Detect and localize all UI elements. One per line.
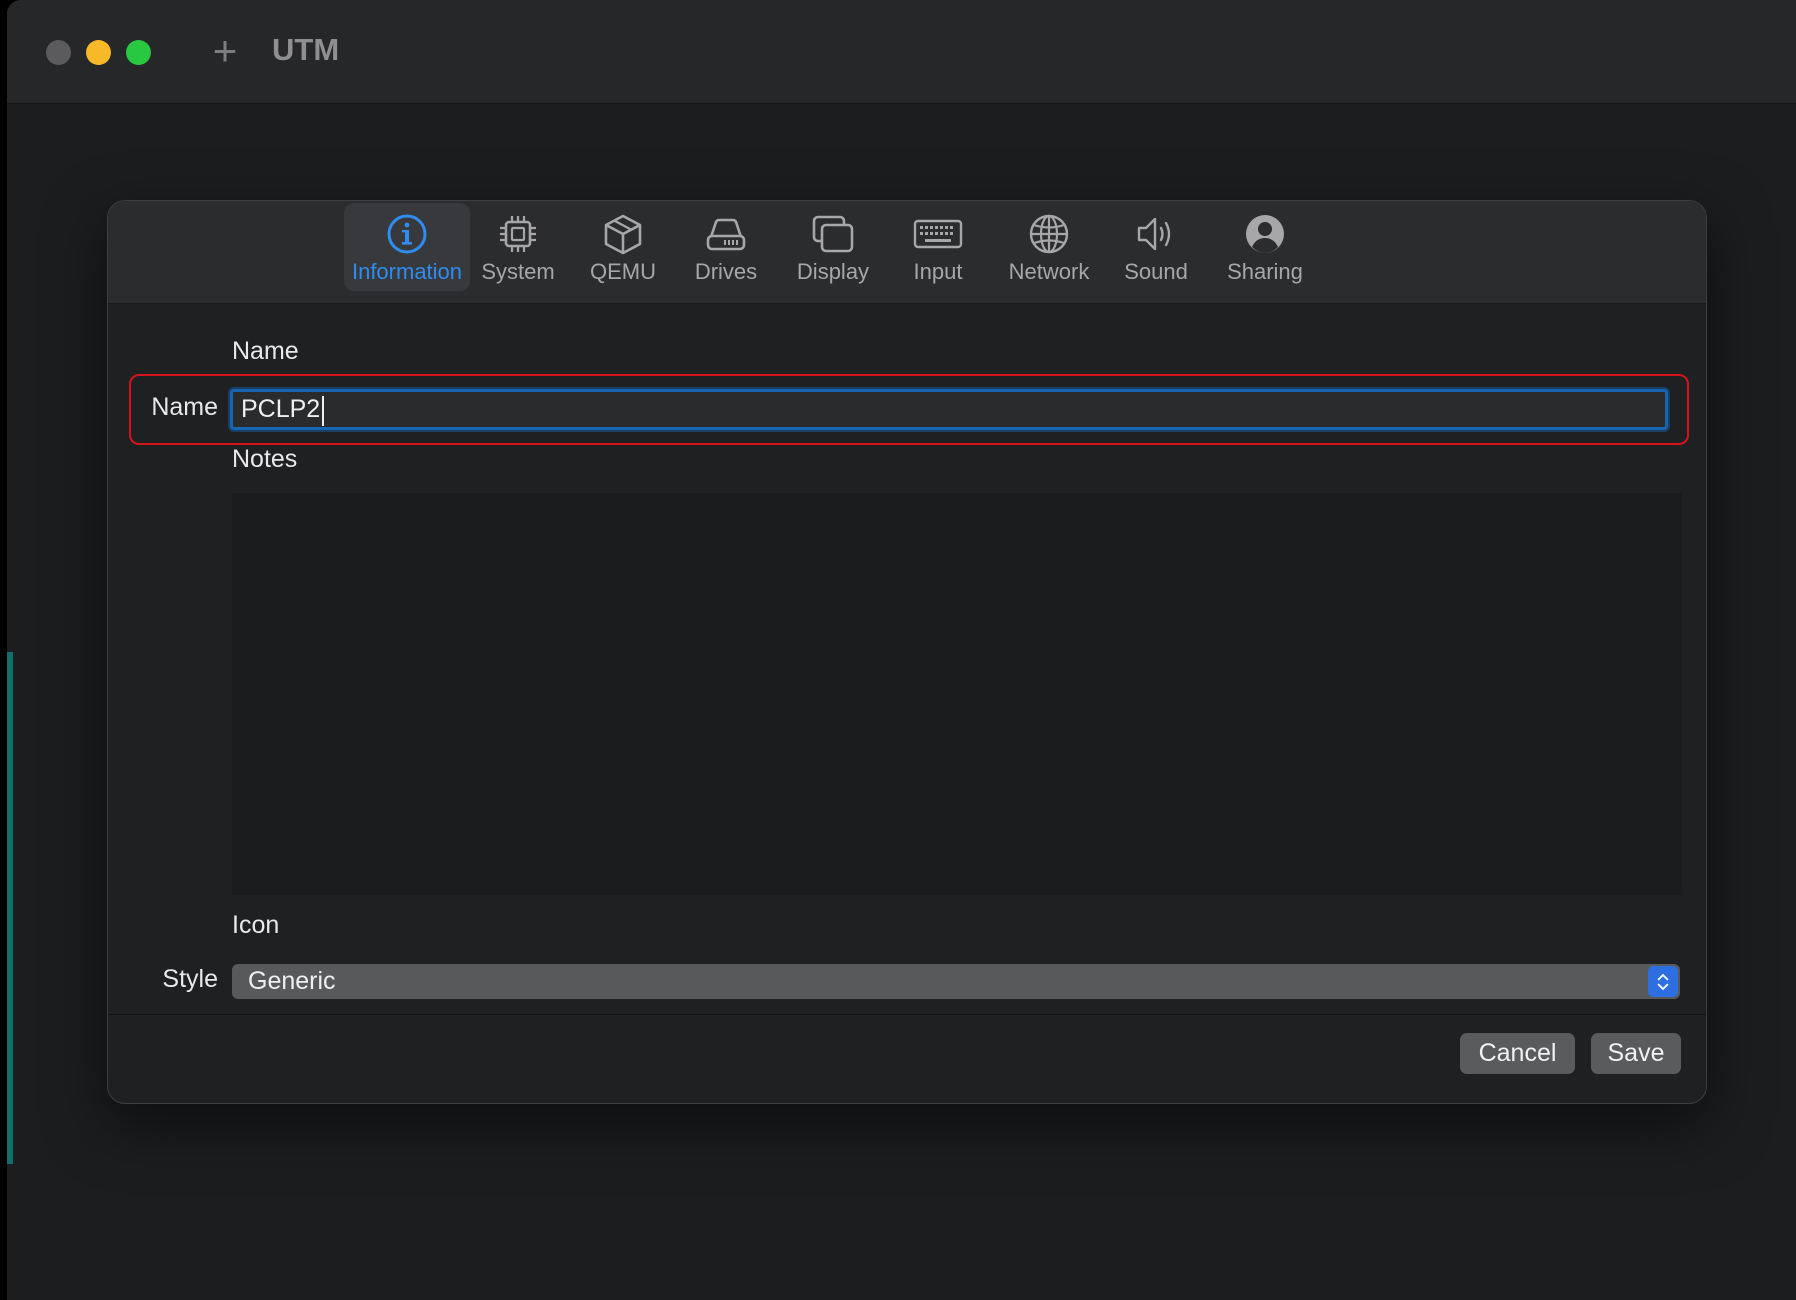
tab-system[interactable]: System <box>480 203 556 291</box>
icon-section-header: Icon <box>232 911 280 939</box>
tab-label: Drives <box>694 259 758 284</box>
tab-input[interactable]: Input <box>903 203 973 291</box>
plus-icon[interactable]: + <box>205 30 245 72</box>
zoom-window-button[interactable] <box>126 40 151 65</box>
tab-label: Sharing <box>1227 259 1303 284</box>
tab-label: Sound <box>1124 259 1188 284</box>
globe-icon <box>1029 214 1069 254</box>
tab-information[interactable]: Information <box>344 203 470 291</box>
keyboard-icon <box>913 219 963 249</box>
style-field-label: Style <box>162 965 218 993</box>
drive-icon <box>706 218 746 251</box>
footer-divider <box>108 1014 1706 1015</box>
window-title: UTM <box>272 32 340 67</box>
info-icon <box>387 214 427 254</box>
style-selected-value: Generic <box>248 967 336 995</box>
tab-label: Information <box>351 259 463 284</box>
notes-section-header: Notes <box>232 445 298 473</box>
cpu-chip-icon <box>500 216 536 252</box>
tab-network[interactable]: Network <box>999 203 1099 291</box>
cancel-button[interactable]: Cancel <box>1460 1033 1575 1074</box>
person-circle-icon <box>1246 215 1284 253</box>
tab-label: Display <box>796 259 870 284</box>
close-window-button[interactable] <box>46 40 71 65</box>
tab-label: System <box>481 259 555 284</box>
tab-qemu[interactable]: QEMU <box>583 203 663 291</box>
title-bar: + UTM <box>7 0 1796 104</box>
text-caret <box>322 396 324 426</box>
name-field-label: Name <box>151 393 218 421</box>
background-window-edge <box>7 652 13 1164</box>
name-section-header: Name <box>232 337 299 365</box>
name-input[interactable] <box>230 389 1668 430</box>
display-windows-icon <box>812 215 854 253</box>
tab-label: QEMU <box>590 259 656 284</box>
tab-sharing[interactable]: Sharing <box>1220 203 1310 291</box>
cube-icon <box>604 214 642 255</box>
notes-textarea[interactable] <box>232 493 1682 895</box>
vm-settings-dialog: Information System QEMU Drives Display I… <box>107 200 1707 1104</box>
speaker-icon <box>1137 217 1171 251</box>
chevron-up-down-icon[interactable] <box>1648 966 1678 997</box>
style-select[interactable]: Generic <box>232 964 1680 999</box>
tab-display[interactable]: Display <box>788 203 878 291</box>
tab-drives[interactable]: Drives <box>683 203 769 291</box>
save-button[interactable]: Save <box>1591 1033 1681 1074</box>
tab-sound[interactable]: Sound <box>1116 203 1196 291</box>
tab-label: Input <box>913 259 963 284</box>
utm-window: + UTM Information System QEMU Drives Dis… <box>7 0 1796 1300</box>
minimize-window-button[interactable] <box>86 40 111 65</box>
settings-toolbar: Information System QEMU Drives Display I… <box>108 201 1706 304</box>
tab-label: Network <box>1008 259 1090 284</box>
